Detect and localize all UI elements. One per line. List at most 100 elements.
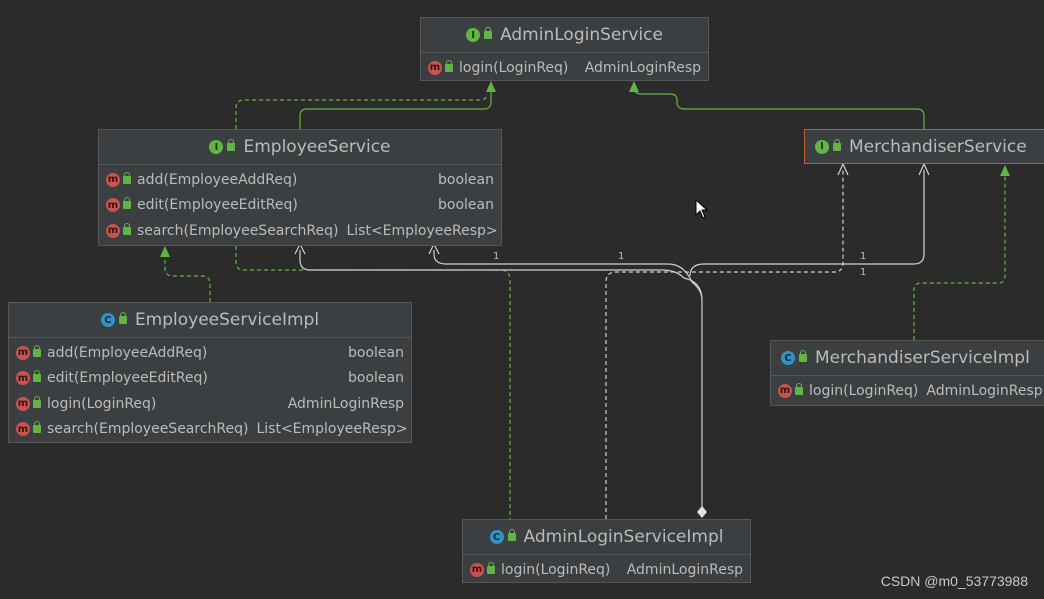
interface-icon: I: [209, 140, 224, 154]
method-icon: m: [106, 172, 120, 187]
public-lock-icon: [33, 395, 41, 408]
node-header: I MerchandiserService: [805, 130, 1044, 163]
method-icon: m: [16, 422, 30, 437]
watermark-text: CSDN @m0_53773988: [880, 573, 1028, 589]
public-lock-icon: [33, 421, 41, 434]
class-name: EmployeeService: [243, 137, 391, 157]
class-name: AdminLoginServiceImpl: [523, 527, 724, 547]
method-return-type: List<EmployeeResp>: [256, 421, 408, 438]
edge-association-to-employee-service-list: [433, 250, 703, 301]
method-icon: m: [16, 371, 30, 386]
class-name: MerchandiserServiceImpl: [815, 348, 1030, 368]
composition-diamond: [697, 506, 707, 518]
interface-icon: I: [466, 28, 481, 42]
method-signature: edit(EmployeeEditReq): [137, 197, 298, 214]
method-signature: login(LoginReq): [459, 59, 569, 76]
method-row[interactable]: m login(LoginReq) AdminLoginResp: [9, 391, 411, 417]
public-lock-icon: [123, 222, 131, 235]
node-header: C AdminLoginServiceImpl: [463, 520, 750, 555]
arrowhead-employee-service-impl-implements: [160, 246, 170, 257]
method-list: m add(EmployeeAddReq) boolean m edit(Emp…: [9, 338, 411, 444]
method-row[interactable]: m login(LoginReq) AdminLoginResp: [771, 378, 1044, 404]
arrowhead-employee-service-extends: [486, 81, 496, 92]
public-lock-icon: [833, 138, 841, 151]
node-admin-login-service-impl[interactable]: C AdminLoginServiceImpl m login(LoginReq…: [462, 519, 751, 583]
class-icon: C: [489, 530, 504, 544]
node-header: C EmployeeServiceImpl: [9, 303, 411, 338]
method-return-type: boolean: [348, 370, 404, 387]
method-return-type: AdminLoginResp: [926, 382, 1043, 399]
method-signature: add(EmployeeAddReq): [137, 171, 298, 188]
uml-diagram-canvas: 1 1 1 1 I AdminLoginService m login(Logi…: [0, 0, 1044, 599]
method-icon: m: [16, 396, 30, 411]
interface-icon: I: [815, 139, 829, 154]
class-name: AdminLoginService: [500, 25, 663, 45]
public-lock-icon: [487, 561, 495, 574]
method-return-type: boolean: [438, 197, 494, 214]
method-row[interactable]: m login(LoginReq) AdminLoginResp: [421, 55, 708, 81]
public-lock-icon: [484, 27, 493, 39]
method-signature: edit(EmployeeEditReq): [47, 370, 208, 387]
method-icon: m: [428, 60, 442, 75]
node-header: I EmployeeService: [99, 130, 501, 165]
node-employee-service-impl[interactable]: C EmployeeServiceImpl m add(EmployeeAddR…: [8, 302, 412, 443]
mouse-pointer-icon: [695, 199, 709, 219]
multiplicity-label: 1: [618, 251, 625, 262]
method-row[interactable]: m edit(EmployeeEditReq) boolean: [9, 366, 411, 392]
method-signature: add(EmployeeAddReq): [47, 344, 208, 361]
multiplicity-label: 1: [493, 251, 500, 262]
method-row[interactable]: m search(EmployeeSearchReq) List<Employe…: [99, 218, 501, 244]
edge-association-to-merchandiser-service: [689, 170, 925, 277]
node-employee-service[interactable]: I EmployeeService m add(EmployeeAddReq) …: [98, 129, 502, 246]
arrowhead-merchandiser-service-impl-implements: [1000, 165, 1010, 176]
class-name: MerchandiserService: [849, 136, 1027, 157]
method-signature: search(EmployeeSearchReq): [137, 222, 339, 239]
method-list: m add(EmployeeAddReq) boolean m edit(Emp…: [99, 165, 501, 246]
method-signature: login(LoginReq): [47, 395, 157, 412]
method-signature: login(LoginReq): [501, 561, 611, 578]
method-list: m login(LoginReq) AdminLoginResp: [421, 53, 708, 83]
edge-merchandiser-service-impl-implements-merchandiser-service: [913, 174, 1006, 340]
public-lock-icon: [799, 350, 807, 362]
method-return-type: boolean: [348, 344, 404, 361]
method-row[interactable]: m search(EmployeeSearchReq) List<Employe…: [9, 417, 411, 443]
public-lock-icon: [33, 370, 41, 383]
class-name: EmployeeServiceImpl: [134, 310, 320, 330]
node-merchandiser-service-impl[interactable]: C MerchandiserServiceImpl m login(LoginR…: [770, 340, 1044, 406]
method-row[interactable]: m add(EmployeeAddReq) boolean: [9, 340, 411, 366]
class-icon: C: [100, 313, 115, 327]
node-merchandiser-service[interactable]: I MerchandiserService: [804, 129, 1044, 164]
public-lock-icon: [507, 529, 516, 541]
method-return-type: boolean: [438, 171, 494, 188]
method-return-type: AdminLoginResp: [626, 561, 743, 578]
public-lock-icon: [123, 197, 131, 210]
method-icon: m: [778, 383, 792, 398]
node-admin-login-service[interactable]: I AdminLoginService m login(LoginReq) Ad…: [420, 17, 709, 81]
public-lock-icon: [227, 139, 236, 151]
method-row[interactable]: m login(LoginReq) AdminLoginResp: [463, 557, 750, 583]
public-lock-icon: [33, 344, 41, 357]
method-return-type: AdminLoginResp: [287, 395, 404, 412]
public-lock-icon: [118, 312, 127, 324]
method-icon: m: [106, 223, 120, 238]
method-signature: login(LoginReq): [809, 382, 919, 399]
multiplicity-label: 1: [860, 267, 867, 278]
method-row[interactable]: m add(EmployeeAddReq) boolean: [99, 167, 501, 193]
method-icon: m: [470, 562, 484, 577]
method-icon: m: [106, 198, 120, 213]
class-icon: C: [781, 351, 795, 365]
public-lock-icon: [445, 59, 453, 72]
arrowhead-merchandiser-service-extends: [629, 81, 639, 92]
method-list: m login(LoginReq) AdminLoginResp: [771, 376, 1044, 406]
edge-merchandiser-service-extends-admin-login-service: [633, 87, 925, 129]
method-row[interactable]: m edit(EmployeeEditReq) boolean: [99, 193, 501, 219]
node-header: C MerchandiserServiceImpl: [771, 341, 1044, 376]
relationship-edges: [160, 81, 1010, 519]
method-list: m login(LoginReq) AdminLoginResp: [463, 555, 750, 585]
node-header: I AdminLoginService: [421, 18, 708, 53]
edge-employee-service-impl-implements-employee-service: [164, 254, 211, 302]
method-return-type: AdminLoginResp: [584, 59, 701, 76]
method-icon: m: [16, 345, 30, 360]
method-signature: search(EmployeeSearchReq): [47, 421, 249, 438]
edge-employee-service-impl-implements-admin-login-service: [235, 93, 488, 129]
